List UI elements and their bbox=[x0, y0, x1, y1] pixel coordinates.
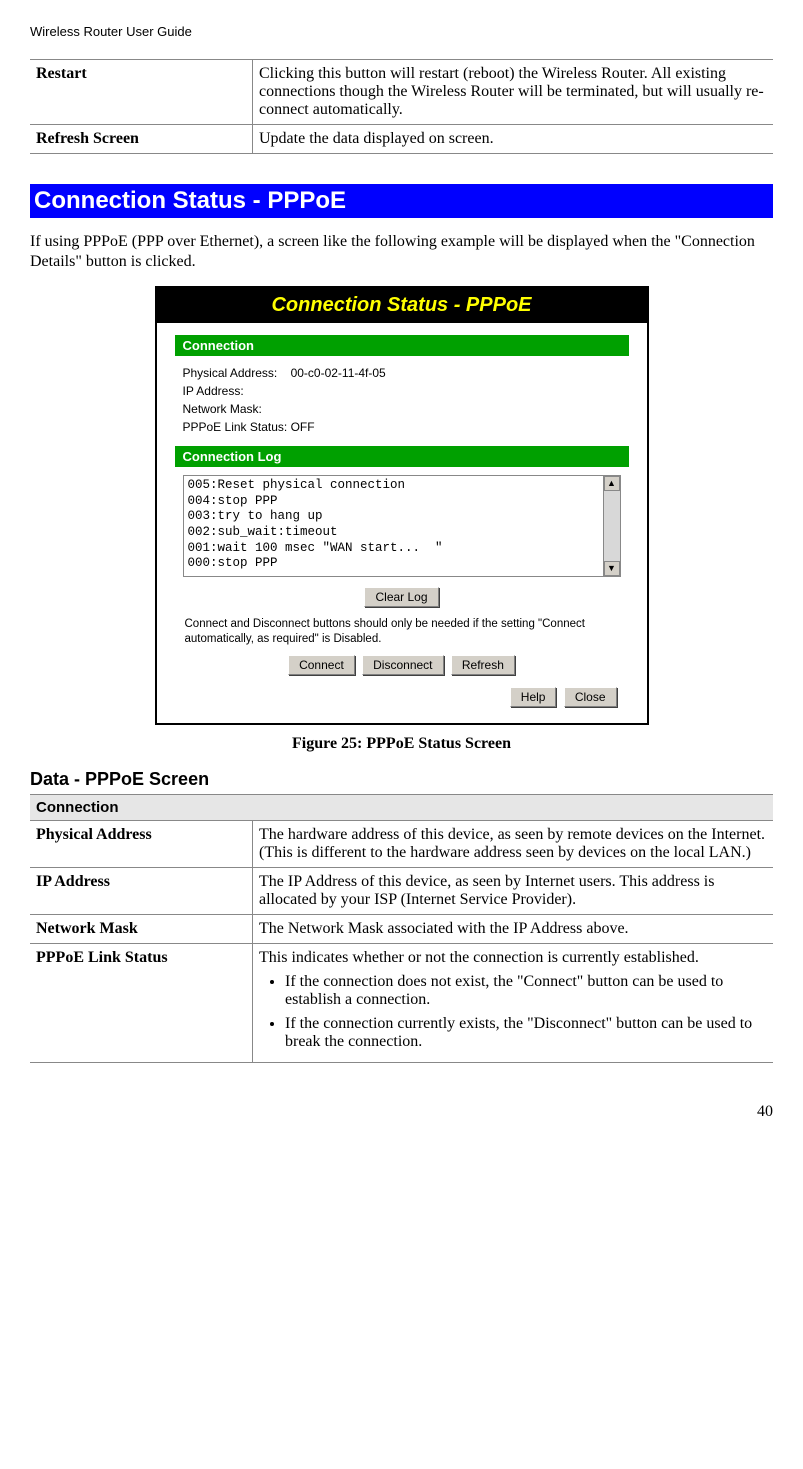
table-row: Refresh Screen Update the data displayed… bbox=[30, 125, 773, 154]
disconnect-button[interactable]: Disconnect bbox=[362, 655, 443, 675]
network-mask-label: Network Mask: bbox=[183, 400, 629, 418]
physical-address-row-label: Physical Address bbox=[30, 820, 253, 867]
popup-title: Connection Status - PPPoE bbox=[157, 288, 647, 323]
refresh-button[interactable]: Refresh bbox=[451, 655, 515, 675]
page-number: 40 bbox=[30, 1103, 773, 1121]
clear-log-row: Clear Log bbox=[175, 585, 629, 609]
page-header: Wireless Router User Guide bbox=[30, 24, 773, 39]
figure-container: Connection Status - PPPoE Connection Phy… bbox=[30, 286, 773, 725]
connect-button[interactable]: Connect bbox=[288, 655, 355, 675]
data-table: Connection Physical Address The hardware… bbox=[30, 794, 773, 1063]
data-screen-subheading: Data - PPPoE Screen bbox=[30, 769, 773, 790]
network-mask-row-desc: The Network Mask associated with the IP … bbox=[253, 914, 774, 943]
physical-address-value: 00-c0-02-11-4f-05 bbox=[291, 366, 386, 380]
help-button[interactable]: Help bbox=[510, 687, 557, 707]
pppoe-link-status-row-label: PPPoE Link Status bbox=[30, 943, 253, 1062]
figure-caption: Figure 25: PPPoE Status Screen bbox=[30, 735, 773, 753]
pppoe-link-status-row-desc: This indicates whether or not the connec… bbox=[253, 943, 774, 1062]
connect-note: Connect and Disconnect buttons should on… bbox=[175, 617, 629, 647]
log-box: 005:Reset physical connection 004:stop P… bbox=[183, 475, 621, 577]
connection-log-section-header: Connection Log bbox=[175, 446, 629, 467]
connection-info: Physical Address: 00-c0-02-11-4f-05 IP A… bbox=[175, 364, 629, 436]
pppoe-link-status-label: PPPoE Link Status: bbox=[183, 420, 288, 434]
pppoe-link-status-intro: This indicates whether or not the connec… bbox=[259, 949, 699, 966]
clear-log-button[interactable]: Clear Log bbox=[364, 587, 438, 607]
table-row: Physical Address The hardware address of… bbox=[30, 820, 773, 867]
refresh-screen-label: Refresh Screen bbox=[30, 125, 253, 154]
ip-address-label: IP Address: bbox=[183, 382, 629, 400]
ip-address-row-desc: The IP Address of this device, as seen b… bbox=[253, 867, 774, 914]
table-row: Restart Clicking this button will restar… bbox=[30, 60, 773, 125]
table-group-row: Connection bbox=[30, 794, 773, 820]
ip-address-row-label: IP Address bbox=[30, 867, 253, 914]
refresh-screen-desc: Update the data displayed on screen. bbox=[253, 125, 774, 154]
connection-group-header: Connection bbox=[30, 794, 773, 820]
help-close-row: Help Close bbox=[175, 685, 629, 709]
network-mask-row-label: Network Mask bbox=[30, 914, 253, 943]
top-description-table: Restart Clicking this button will restar… bbox=[30, 59, 773, 154]
popup-body: Connection Physical Address: 00-c0-02-11… bbox=[157, 323, 647, 723]
restart-label: Restart bbox=[30, 60, 253, 125]
pppoe-bullets: If the connection does not exist, the "C… bbox=[259, 973, 767, 1051]
log-scrollbar[interactable]: ▲ ▼ bbox=[603, 476, 620, 576]
close-button[interactable]: Close bbox=[564, 687, 617, 707]
connect-button-row: Connect Disconnect Refresh bbox=[175, 653, 629, 677]
connection-section-header: Connection bbox=[175, 335, 629, 356]
table-row: PPPoE Link Status This indicates whether… bbox=[30, 943, 773, 1062]
pppoe-link-status-value: OFF bbox=[291, 420, 315, 434]
scroll-down-icon[interactable]: ▼ bbox=[604, 561, 620, 576]
table-row: IP Address The IP Address of this device… bbox=[30, 867, 773, 914]
section-heading: Connection Status - PPPoE bbox=[30, 184, 773, 218]
list-item: If the connection currently exists, the … bbox=[285, 1015, 767, 1051]
restart-desc: Clicking this button will restart (reboo… bbox=[253, 60, 774, 125]
popup-window: Connection Status - PPPoE Connection Phy… bbox=[155, 286, 649, 725]
physical-address-row-desc: The hardware address of this device, as … bbox=[253, 820, 774, 867]
list-item: If the connection does not exist, the "C… bbox=[285, 973, 767, 1009]
scroll-up-icon[interactable]: ▲ bbox=[604, 476, 620, 491]
log-textarea[interactable]: 005:Reset physical connection 004:stop P… bbox=[184, 476, 603, 576]
table-row: Network Mask The Network Mask associated… bbox=[30, 914, 773, 943]
physical-address-label: Physical Address: bbox=[183, 366, 278, 380]
intro-paragraph: If using PPPoE (PPP over Ethernet), a sc… bbox=[30, 232, 773, 272]
